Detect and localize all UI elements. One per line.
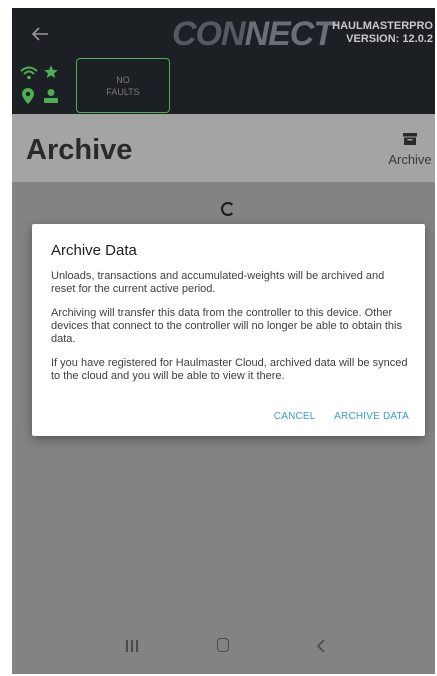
device-frame-top	[0, 0, 437, 8]
faults-status-card[interactable]: NO FAULTS	[76, 58, 170, 113]
app-screen: CONNECT HAULMASTERPRO VERSION: 12.0.2 NO…	[12, 8, 435, 674]
back-arrow-icon[interactable]	[28, 22, 52, 46]
logo-part-1: CON	[172, 15, 246, 53]
archive-action-button[interactable]: Archive	[385, 132, 435, 172]
archive-data-button[interactable]: ARCHIVE DATA	[334, 411, 409, 422]
dialog-actions: CANCEL ARCHIVE DATA	[258, 411, 409, 422]
faults-status-label: NO FAULTS	[106, 75, 140, 97]
person-icon	[44, 89, 58, 103]
logo-part-2: NECT	[244, 15, 335, 53]
loading-spinner-icon	[221, 202, 235, 216]
home-icon[interactable]	[217, 638, 229, 652]
version-info: HAULMASTERPRO VERSION: 12.0.2	[332, 20, 433, 46]
app-logo: CONNECT	[172, 14, 335, 54]
dialog-title: Archive Data	[51, 242, 137, 259]
back-chevron-icon[interactable]	[315, 637, 327, 655]
wifi-icon	[20, 66, 38, 80]
product-name: HAULMASTERPRO	[332, 20, 433, 32]
recents-icon[interactable]	[124, 639, 140, 653]
archive-box-icon	[403, 133, 417, 145]
dialog-paragraph-1: Unloads, transactions and accumulated-we…	[51, 270, 385, 295]
connection-status-icons	[20, 65, 64, 110]
page-title: Archive	[26, 134, 133, 166]
cancel-button[interactable]: CANCEL	[274, 411, 315, 422]
location-pin-icon	[22, 88, 34, 104]
dialog-body: Unloads, transactions and accumulated-we…	[51, 270, 411, 394]
app-bar: CONNECT HAULMASTERPRO VERSION: 12.0.2 NO…	[12, 8, 435, 114]
archive-action-label: Archive	[388, 152, 432, 167]
page-header: Archive Archive	[12, 114, 435, 182]
system-nav-bar	[12, 622, 435, 674]
version-label: VERSION: 12.0.2	[346, 33, 433, 45]
archive-data-dialog: Archive Data Unloads, transactions and a…	[32, 224, 425, 436]
dialog-paragraph-2: Archiving will transfer this data from t…	[51, 307, 402, 345]
dialog-paragraph-3: If you have registered for Haulmaster Cl…	[51, 357, 408, 382]
device-frame-left	[0, 8, 12, 674]
star-icon	[44, 65, 58, 78]
